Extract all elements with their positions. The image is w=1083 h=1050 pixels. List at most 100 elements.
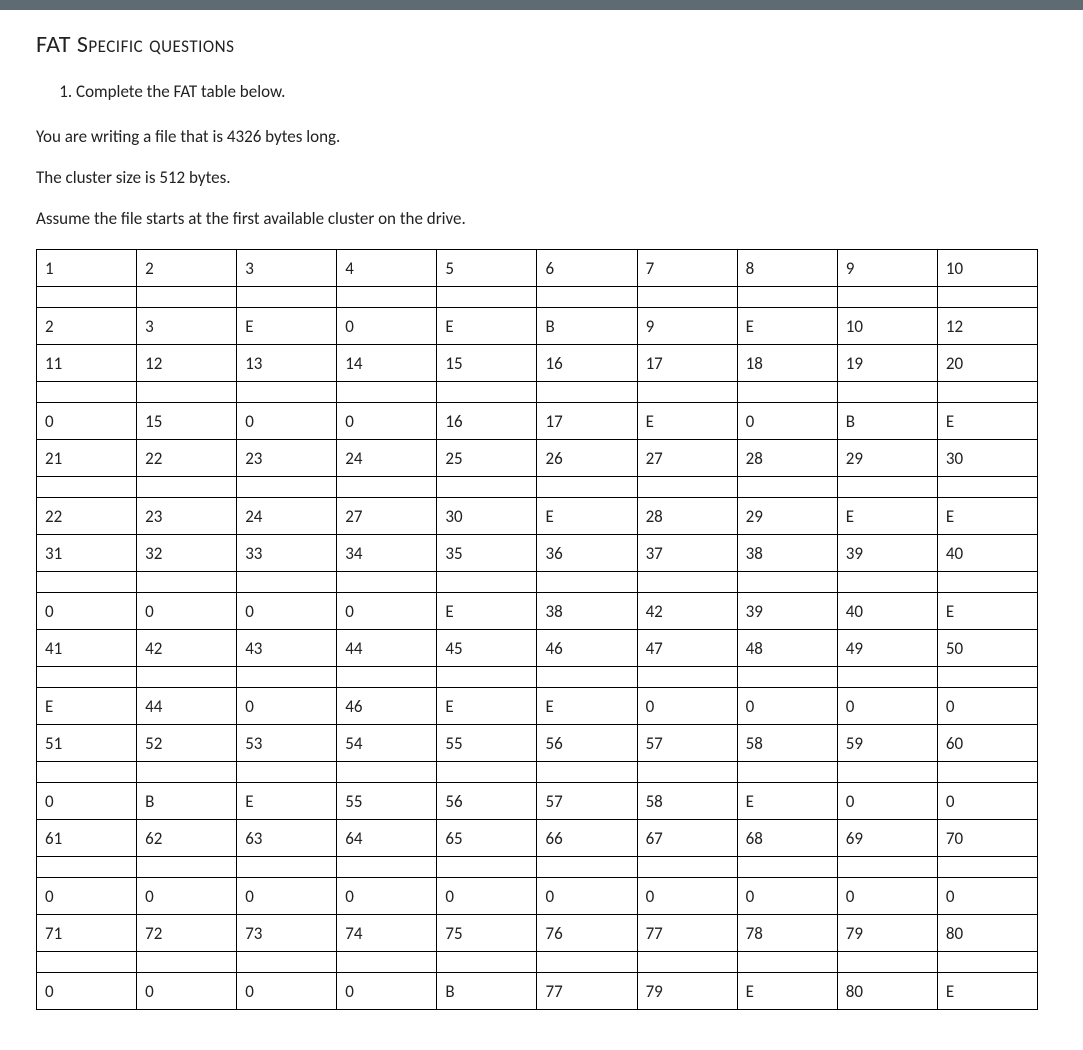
fat-spacer-cell [237,667,337,688]
fat-spacer-cell [737,857,837,878]
fat-cell: 12 [937,308,1037,345]
fat-spacer-cell [337,667,437,688]
fat-cell: 74 [337,915,437,952]
fat-cell: 0 [837,878,937,915]
question-text: Complete the FAT table below. [76,81,285,102]
fat-cell: E [237,308,337,345]
fat-spacer-cell [137,382,237,403]
fat-cell: 66 [537,820,637,857]
fat-row: 11121314151617181920 [37,345,1038,382]
fat-cell: 60 [937,725,1037,762]
fat-cell: 0 [437,878,537,915]
fat-cell: 37 [637,535,737,572]
fat-cell: 44 [337,630,437,667]
fat-cell: 34 [337,535,437,572]
fat-cell: 58 [737,725,837,762]
fat-spacer-cell [637,952,737,973]
fat-spacer-cell [337,572,437,593]
fat-cell: 46 [337,688,437,725]
fat-cell: 68 [737,820,837,857]
fat-cell: 40 [937,535,1037,572]
fat-spacer-cell [137,667,237,688]
fat-cell: 0 [137,878,237,915]
fat-spacer-cell [37,857,137,878]
fat-spacer-cell [837,287,937,308]
fat-cell: 2 [37,308,137,345]
fat-spacer-cell [37,477,137,498]
fat-spacer-cell [37,762,137,783]
fat-spacer-cell [737,287,837,308]
fat-spacer-cell [837,762,937,783]
fat-cell: 12 [137,345,237,382]
fat-spacer-cell [937,287,1037,308]
fat-cell: B [537,308,637,345]
fat-spacer-cell [237,762,337,783]
fat-cell: 54 [337,725,437,762]
fat-spacer-cell [137,857,237,878]
fat-spacer-cell [37,667,137,688]
fat-cell: 80 [937,915,1037,952]
fat-cell: 78 [737,915,837,952]
section-heading: FAT Specific questions [36,30,1047,59]
fat-cell: 0 [937,878,1037,915]
fat-cell: 0 [237,878,337,915]
fat-cell: 79 [837,915,937,952]
fat-cell: 0 [37,973,137,1010]
fat-cell: 55 [337,783,437,820]
question-list: Complete the FAT table below. [76,81,1047,102]
fat-spacer-cell [337,287,437,308]
fat-spacer-cell [837,667,937,688]
fat-cell: 10 [837,308,937,345]
fat-spacer-cell [937,857,1037,878]
fat-cell: 15 [437,345,537,382]
fat-cell: E [437,688,537,725]
fat-spacer-cell [437,762,537,783]
fat-cell: 47 [637,630,737,667]
fat-cell: 31 [37,535,137,572]
fat-row: 12345678910 [37,250,1038,287]
fat-cell: 61 [37,820,137,857]
fat-cell: 71 [37,915,137,952]
fat-cell: 18 [737,345,837,382]
fat-cell: 0 [637,688,737,725]
fat-cell: E [437,593,537,630]
fat-spacer-cell [837,477,937,498]
fat-spacer-cell [137,762,237,783]
fat-cell: E [637,403,737,440]
fat-cell: 0 [237,973,337,1010]
fat-cell: 13 [237,345,337,382]
fat-spacer-cell [637,572,737,593]
fat-spacer-cell [737,952,837,973]
fat-cell: 28 [737,440,837,477]
fat-row: 0000B7779E80E [37,973,1038,1010]
fat-cell: 0 [537,878,637,915]
paragraph-file-size: You are writing a file that is 4326 byte… [36,126,1047,147]
fat-row: E44046EE0000 [37,688,1038,725]
fat-cell: E [737,783,837,820]
fat-cell: 0 [137,973,237,1010]
fat-spacer-cell [437,477,537,498]
fat-cell: 11 [37,345,137,382]
fat-spacer-cell [137,572,237,593]
fat-cell: 16 [537,345,637,382]
fat-cell: 30 [937,440,1037,477]
fat-spacer-cell [537,952,637,973]
fat-cell: 9 [637,308,737,345]
fat-cell: 69 [837,820,937,857]
fat-cell: 70 [937,820,1037,857]
fat-cell: B [437,973,537,1010]
fat-cell: 79 [637,973,737,1010]
fat-spacer-cell [137,287,237,308]
fat-cell: 0 [737,878,837,915]
fat-spacer-cell [837,382,937,403]
fat-spacer-cell [537,382,637,403]
fat-cell: 4 [337,250,437,287]
fat-row: 41424344454647484950 [37,630,1038,667]
fat-spacer-cell [337,762,437,783]
fat-cell: 2 [137,250,237,287]
fat-spacer-cell [937,572,1037,593]
fat-cell: 0 [337,403,437,440]
fat-cell: 28 [637,498,737,535]
fat-cell: 24 [337,440,437,477]
fat-cell: 5 [437,250,537,287]
